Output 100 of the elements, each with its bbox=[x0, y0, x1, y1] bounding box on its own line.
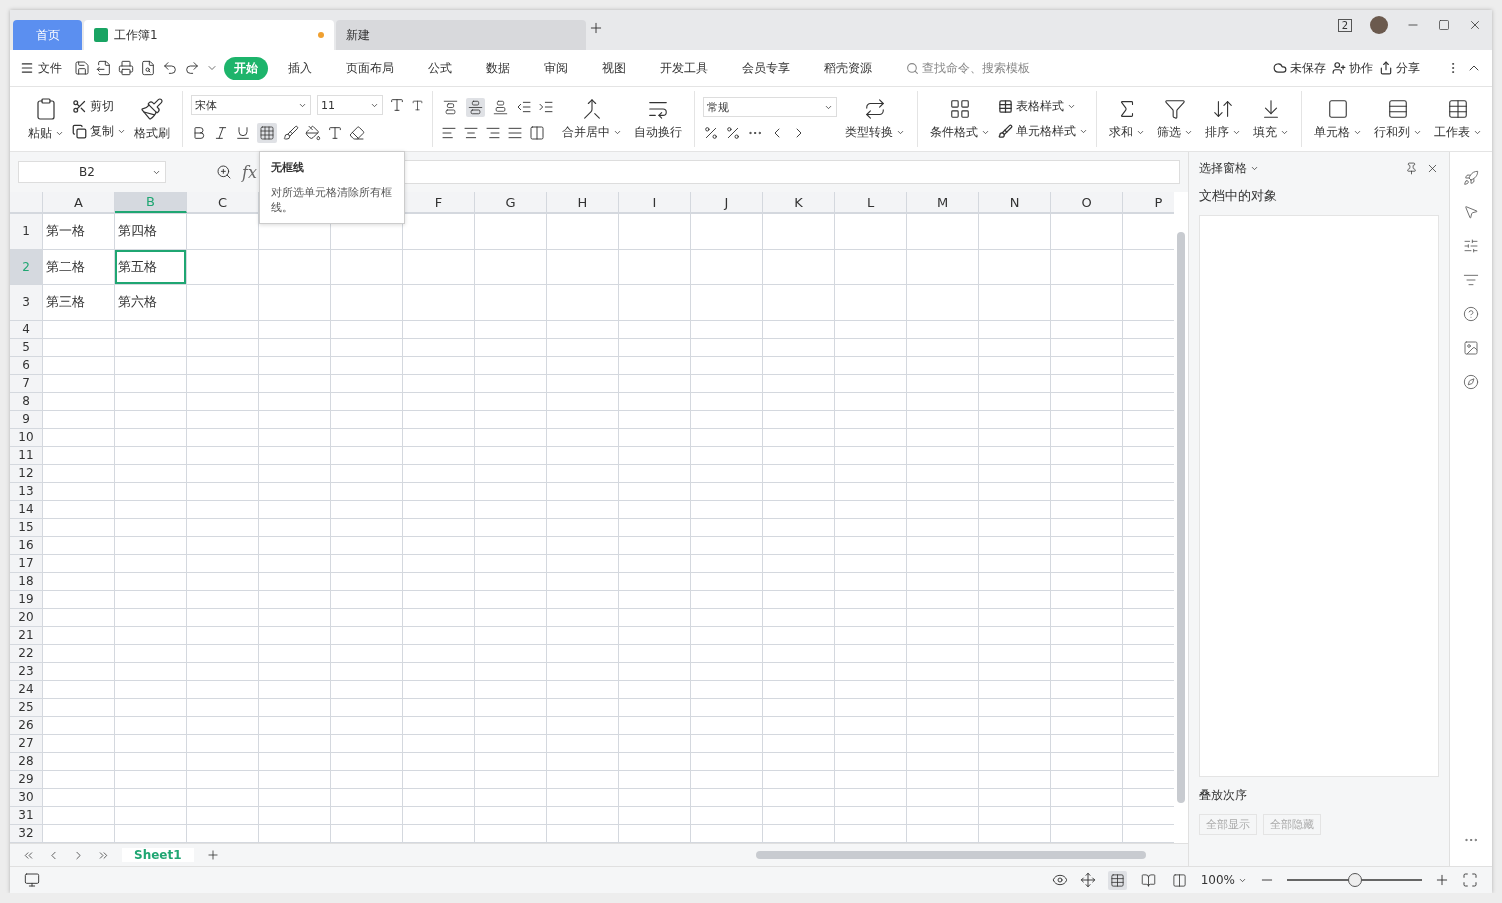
column-header[interactable]: L bbox=[835, 192, 907, 213]
view-mode-icon[interactable] bbox=[1107, 870, 1127, 890]
column-header[interactable]: H bbox=[547, 192, 619, 213]
vertical-align-icon[interactable] bbox=[466, 97, 485, 117]
clipboard-icon[interactable] bbox=[34, 96, 58, 121]
table-style-button[interactable]: 表格样式 bbox=[998, 98, 1088, 115]
scissors-icon[interactable] bbox=[72, 99, 87, 114]
save-status[interactable]: 未保存 bbox=[1273, 59, 1326, 77]
cloud-icon[interactable] bbox=[1273, 61, 1287, 75]
menu-tab[interactable]: 会员专享 bbox=[732, 56, 800, 80]
tool-button[interactable]: 单元格 bbox=[1310, 97, 1366, 141]
column-header[interactable]: I bbox=[619, 192, 691, 213]
rows-icon[interactable] bbox=[1387, 97, 1409, 120]
eraser-icon[interactable] bbox=[349, 125, 365, 141]
tool-button[interactable]: 行和列 bbox=[1370, 97, 1426, 141]
print-icon[interactable] bbox=[118, 60, 134, 76]
column-header[interactable]: M bbox=[907, 192, 979, 213]
menu-tab[interactable]: 开发工具 bbox=[650, 56, 718, 80]
caret-icon[interactable] bbox=[117, 127, 126, 136]
zoom-icon[interactable] bbox=[216, 164, 232, 180]
column-header[interactable]: P bbox=[1123, 192, 1174, 213]
caret-icon[interactable] bbox=[1250, 164, 1259, 173]
underline-icon[interactable] bbox=[235, 125, 251, 141]
column-header[interactable]: J bbox=[691, 192, 763, 213]
image-icon[interactable] bbox=[1463, 340, 1480, 356]
tool-button[interactable]: 求和 bbox=[1105, 97, 1149, 141]
horizontal-scrollbar[interactable] bbox=[756, 851, 1146, 859]
window-count-badge[interactable]: 2 bbox=[1337, 18, 1352, 32]
indent-icon[interactable] bbox=[538, 99, 554, 115]
file-menu[interactable]: 文件 bbox=[20, 59, 62, 77]
tool-button[interactable]: 填充 bbox=[1249, 97, 1293, 141]
column-header[interactable]: N bbox=[979, 192, 1051, 213]
title-tab[interactable]: 新建 bbox=[336, 20, 586, 50]
number-format-field[interactable]: 常规 bbox=[703, 97, 837, 117]
macro-icon[interactable] bbox=[24, 872, 40, 888]
collaborate-button[interactable]: 协作 bbox=[1332, 59, 1373, 77]
column-header[interactable]: K bbox=[763, 192, 835, 213]
search-icon[interactable] bbox=[906, 61, 919, 75]
merge-icon[interactable] bbox=[581, 97, 603, 120]
export-icon[interactable] bbox=[96, 60, 112, 76]
search-field[interactable]: 查找命令、搜索模板 bbox=[906, 59, 1030, 77]
row-header[interactable]: 1 bbox=[10, 214, 43, 249]
cut-button[interactable]: 剪切 bbox=[72, 98, 126, 115]
column-header[interactable]: A bbox=[43, 192, 115, 213]
menu-tab[interactable]: 公式 bbox=[418, 56, 462, 80]
menu-icon[interactable] bbox=[20, 61, 34, 75]
copy-icon[interactable] bbox=[72, 124, 87, 139]
maximize-icon[interactable] bbox=[1438, 19, 1450, 31]
avatar[interactable] bbox=[1370, 16, 1388, 34]
user-plus-icon[interactable] bbox=[1332, 61, 1346, 75]
menu-tab[interactable]: 数据 bbox=[476, 56, 520, 80]
eye-icon[interactable] bbox=[1051, 872, 1068, 888]
column-header[interactable]: C bbox=[187, 192, 259, 213]
table-icon[interactable] bbox=[998, 99, 1013, 114]
slider-thumb[interactable] bbox=[1347, 873, 1362, 887]
zoom-in-icon[interactable] bbox=[1434, 872, 1450, 888]
filter-icon[interactable] bbox=[1164, 97, 1186, 120]
menu-tab[interactable]: 稻壳资源 bbox=[814, 56, 882, 80]
grid-icon[interactable] bbox=[949, 97, 971, 120]
caret-icon[interactable] bbox=[1079, 127, 1088, 136]
brush-icon[interactable] bbox=[140, 96, 164, 121]
percent-icon[interactable] bbox=[725, 125, 741, 141]
cell-icon[interactable] bbox=[1327, 97, 1349, 120]
close-icon[interactable] bbox=[1468, 18, 1482, 32]
pin-icon[interactable] bbox=[1405, 162, 1419, 175]
table-icon[interactable] bbox=[1447, 97, 1469, 120]
layout-icon[interactable] bbox=[1079, 872, 1096, 888]
menu-tab[interactable]: 审阅 bbox=[534, 56, 578, 80]
undo-icon[interactable] bbox=[162, 60, 178, 76]
menu-tab[interactable]: 页面布局 bbox=[336, 56, 404, 80]
fullscreen-icon[interactable] bbox=[1462, 872, 1478, 888]
pane-title[interactable]: 选择窗格 bbox=[1199, 160, 1259, 177]
convert-type-button[interactable]: 类型转换 bbox=[841, 97, 909, 141]
redo-icon[interactable] bbox=[184, 60, 200, 76]
tool-button[interactable]: 工作表 bbox=[1430, 97, 1486, 141]
distribute-icon[interactable] bbox=[529, 124, 545, 141]
vertical-scrollbar[interactable] bbox=[1177, 232, 1185, 803]
save-icon[interactable] bbox=[74, 60, 90, 76]
caret-icon[interactable] bbox=[1067, 102, 1076, 111]
convert-icon[interactable] bbox=[864, 97, 886, 120]
font-size-field[interactable]: 11 bbox=[317, 95, 383, 115]
menu-tab[interactable]: 插入 bbox=[278, 56, 322, 80]
font-name-field[interactable]: 宋体 bbox=[191, 95, 311, 115]
fill-color-icon[interactable] bbox=[305, 125, 321, 141]
border-button[interactable] bbox=[257, 123, 277, 143]
share-icon[interactable] bbox=[1379, 61, 1393, 75]
sliders-icon[interactable] bbox=[1463, 238, 1480, 254]
menu-tab[interactable]: 视图 bbox=[592, 56, 636, 80]
cell-style-button[interactable]: 单元格样式 bbox=[998, 123, 1088, 140]
column-header[interactable]: O bbox=[1051, 192, 1123, 213]
column-header[interactable]: G bbox=[475, 192, 547, 213]
copy-button[interactable]: 复制 bbox=[72, 123, 126, 140]
zoom-level[interactable]: 100% bbox=[1200, 873, 1247, 887]
row-header[interactable]: 3 bbox=[10, 285, 43, 320]
list-icon[interactable] bbox=[1463, 272, 1480, 288]
tool-button[interactable]: 排序 bbox=[1201, 97, 1245, 141]
help-icon[interactable] bbox=[1463, 306, 1480, 322]
rocket-icon[interactable] bbox=[1463, 170, 1480, 186]
preview-icon[interactable] bbox=[140, 60, 156, 76]
bold-icon[interactable] bbox=[191, 125, 207, 141]
